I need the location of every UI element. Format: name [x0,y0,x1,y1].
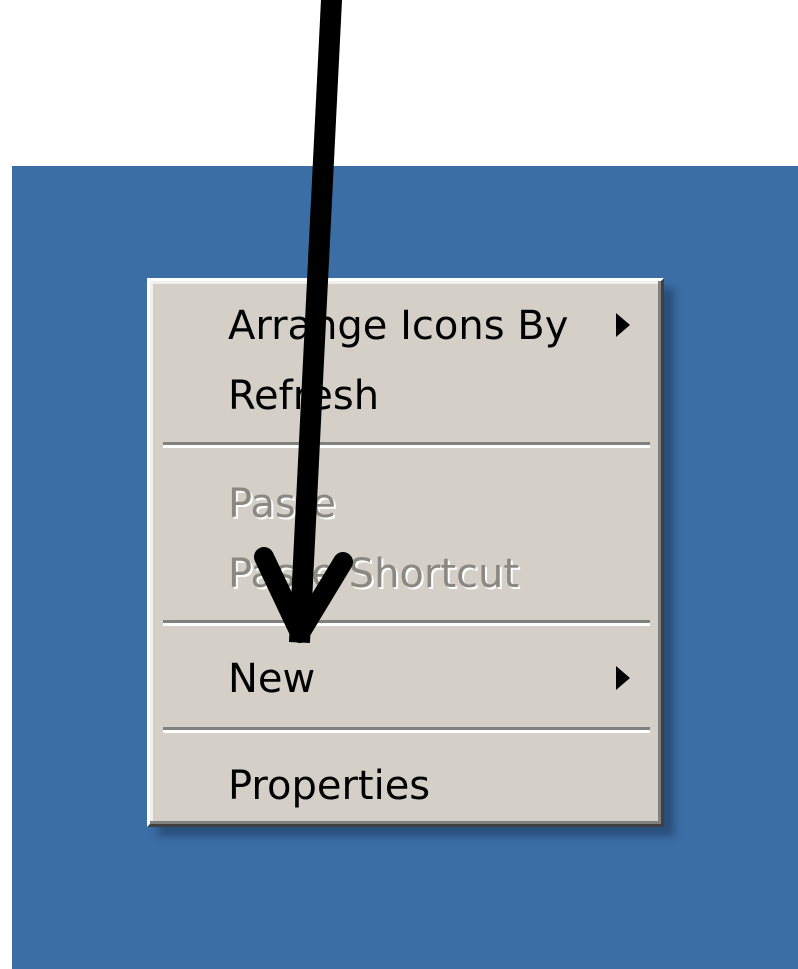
menu-item-paste-shortcut[interactable]: Paste Shortcut [150,541,661,607]
menu-item-refresh[interactable]: Refresh [150,363,661,429]
menu-item-label: Properties [228,763,431,809]
menu-item-properties[interactable]: Properties [150,753,661,819]
menu-item-label: Refresh [228,373,380,419]
submenu-arrow-icon [616,666,630,690]
menu-item-new[interactable]: New [150,646,661,712]
menu-item-label: Arrange Icons By [228,303,569,349]
menu-item-label: Paste Shortcut [228,551,520,597]
menu-item-paste[interactable]: Paste [150,471,661,537]
menu-separator [163,620,650,626]
menu-separator [163,442,650,448]
menu-separator [163,727,650,733]
submenu-arrow-icon [616,313,630,337]
menu-item-label: Paste [228,481,336,527]
menu-item-label: New [228,656,316,702]
menu-item-arrange-icons-by[interactable]: Arrange Icons By [150,293,661,359]
desktop-context-menu: Arrange Icons By Refresh Paste Paste Sho… [147,278,664,827]
screenshot-stage: Arrange Icons By Refresh Paste Paste Sho… [0,0,798,969]
